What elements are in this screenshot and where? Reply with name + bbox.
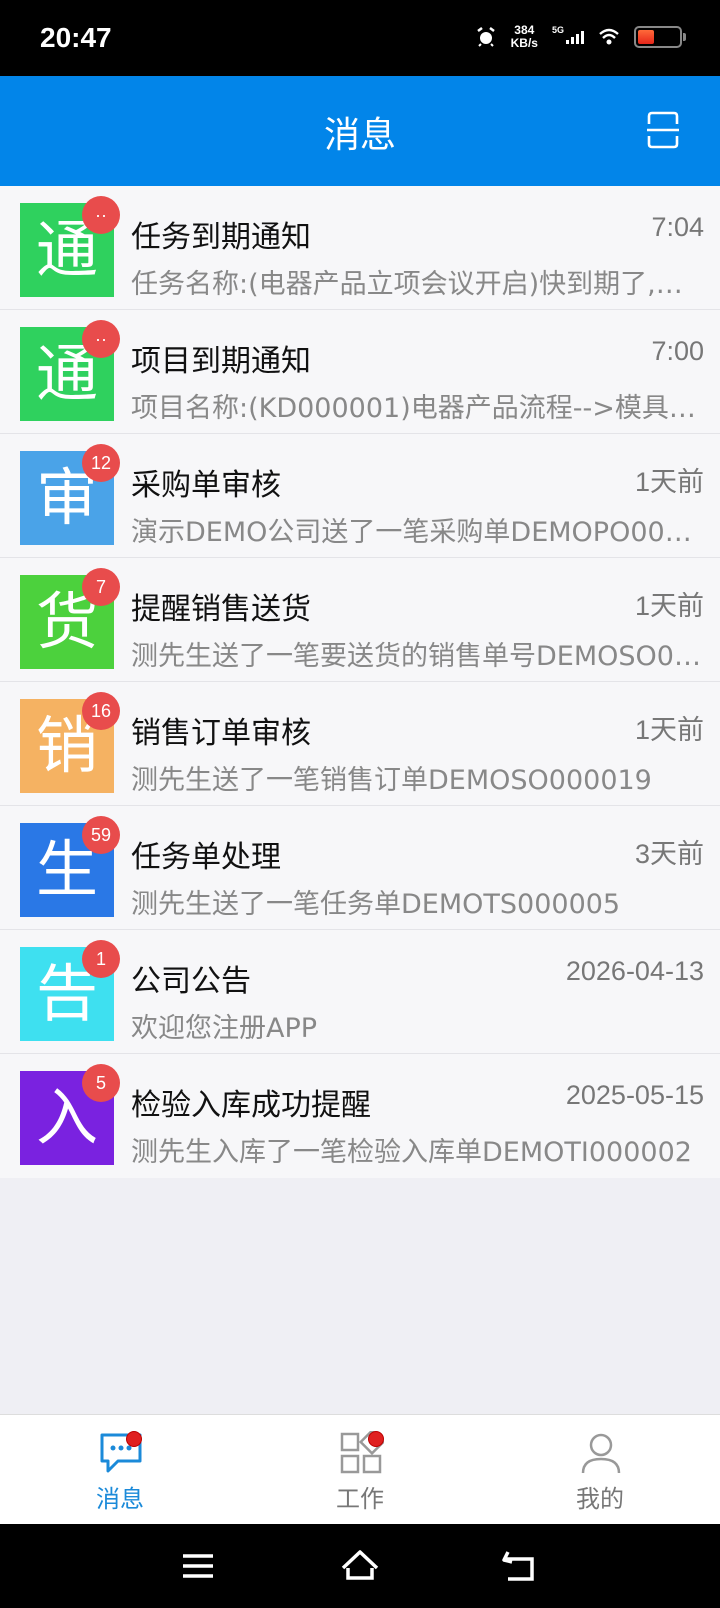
message-title: 采购单审核 — [131, 468, 281, 503]
message-title: 项目到期通知 — [131, 344, 311, 379]
tab-label: 我的 — [576, 1485, 624, 1513]
unread-badge: ·· — [82, 196, 120, 234]
message-item[interactable]: 生 59 任务单处理 3天前 测先生送了一笔任务单DEMOTS000005 — [0, 806, 720, 930]
message-item[interactable]: 通 ·· 任务到期通知 7:04 任务名称:(电器产品立项会议开启)快到期了,请… — [0, 186, 720, 310]
page-title: 消息 — [323, 115, 396, 156]
message-preview: 测先生入库了一笔检验入库单DEMOTI000002 — [131, 1137, 692, 1168]
tab-messages[interactable]: 消息 — [0, 1415, 240, 1525]
unread-badge: 1 — [82, 940, 120, 978]
home-icon[interactable] — [340, 1546, 380, 1586]
tab-work[interactable]: 工作 — [240, 1415, 480, 1525]
status-bar: 20:47 384 KB/s 5G — [0, 0, 720, 76]
unread-badge: ·· — [82, 320, 120, 358]
message-item[interactable]: 审 12 采购单审核 1天前 演示DEMO公司送了一笔采购单DEMOPO0000… — [0, 434, 720, 558]
network-type: 5G — [551, 24, 564, 35]
message-title: 任务单处理 — [131, 840, 281, 875]
unread-badge: 12 — [82, 444, 120, 482]
message-time: 1天前 — [634, 715, 704, 745]
notification-dot — [126, 1431, 142, 1447]
back-icon[interactable] — [500, 1546, 540, 1586]
battery-icon — [634, 26, 686, 48]
message-preview: 测先生送了一笔要送货的销售单号DEMOSO000019 — [131, 641, 707, 672]
message-preview: 项目名称:(KD000001)电器产品流程-->模具设计快到期了 — [131, 393, 707, 424]
message-time: 7:00 — [651, 336, 704, 366]
status-icons: 384 KB/s 5G — [475, 24, 686, 50]
message-preview: 任务名称:(电器产品立项会议开启)快到期了,请及时处理 — [131, 269, 707, 300]
wifi-icon — [599, 28, 619, 45]
message-item[interactable]: 货 7 提醒销售送货 1天前 测先生送了一笔要送货的销售单号DEMOSO0000… — [0, 558, 720, 682]
message-title: 任务到期通知 — [131, 220, 311, 255]
message-title: 销售订单审核 — [131, 716, 311, 751]
message-time: 1天前 — [634, 467, 704, 497]
unread-badge: 16 — [82, 692, 120, 730]
message-preview: 测先生送了一笔销售订单DEMOSO000019 — [131, 765, 652, 796]
signal-icon: 5G — [552, 25, 584, 44]
message-title: 提醒销售送货 — [131, 592, 311, 627]
net-speed: 384 KB/s — [511, 24, 538, 50]
app-header: 消息 — [0, 76, 720, 186]
net-speed-unit: KB/s — [510, 36, 538, 50]
status-time: 20:47 — [40, 22, 112, 53]
message-time: 1天前 — [634, 591, 704, 621]
tab-mine[interactable]: 我的 — [480, 1415, 720, 1525]
message-item[interactable]: 通 ·· 项目到期通知 7:00 项目名称:(KD000001)电器产品流程--… — [0, 310, 720, 434]
message-item[interactable]: 告 1 公司公告 2026-04-13 欢迎您注册APP — [0, 930, 720, 1054]
message-list: 通 ·· 任务到期通知 7:04 任务名称:(电器产品立项会议开启)快到期了,请… — [0, 186, 720, 1178]
alarm-icon — [476, 27, 495, 47]
message-time: 7:04 — [651, 212, 704, 242]
message-item[interactable]: 入 5 检验入库成功提醒 2025-05-15 测先生入库了一笔检验入库单DEM… — [0, 1054, 720, 1178]
scan-icon[interactable] — [646, 110, 680, 150]
tab-bar: 消息 工作 我的 — [0, 1414, 720, 1524]
message-preview: 演示DEMO公司送了一笔采购单DEMOPO000012待审核 — [131, 517, 707, 548]
unread-badge: 7 — [82, 568, 120, 606]
system-nav-bar — [0, 1524, 720, 1608]
notification-dot — [368, 1431, 384, 1447]
message-item[interactable]: 销 16 销售订单审核 1天前 测先生送了一笔销售订单DEMOSO000019 — [0, 682, 720, 806]
message-time: 2025-05-15 — [565, 1080, 704, 1110]
message-title: 检验入库成功提醒 — [131, 1088, 371, 1123]
person-icon — [581, 1433, 621, 1474]
message-preview: 测先生送了一笔任务单DEMOTS000005 — [131, 889, 621, 920]
tab-label: 消息 — [96, 1485, 144, 1513]
message-time: 2026-04-13 — [565, 956, 704, 986]
tab-label: 工作 — [336, 1485, 384, 1513]
menu-icon[interactable] — [178, 1546, 218, 1586]
unread-badge: 5 — [82, 1064, 120, 1102]
message-time: 3天前 — [634, 839, 704, 869]
message-title: 公司公告 — [131, 964, 251, 999]
unread-badge: 59 — [82, 816, 120, 854]
message-preview: 欢迎您注册APP — [131, 1013, 318, 1044]
